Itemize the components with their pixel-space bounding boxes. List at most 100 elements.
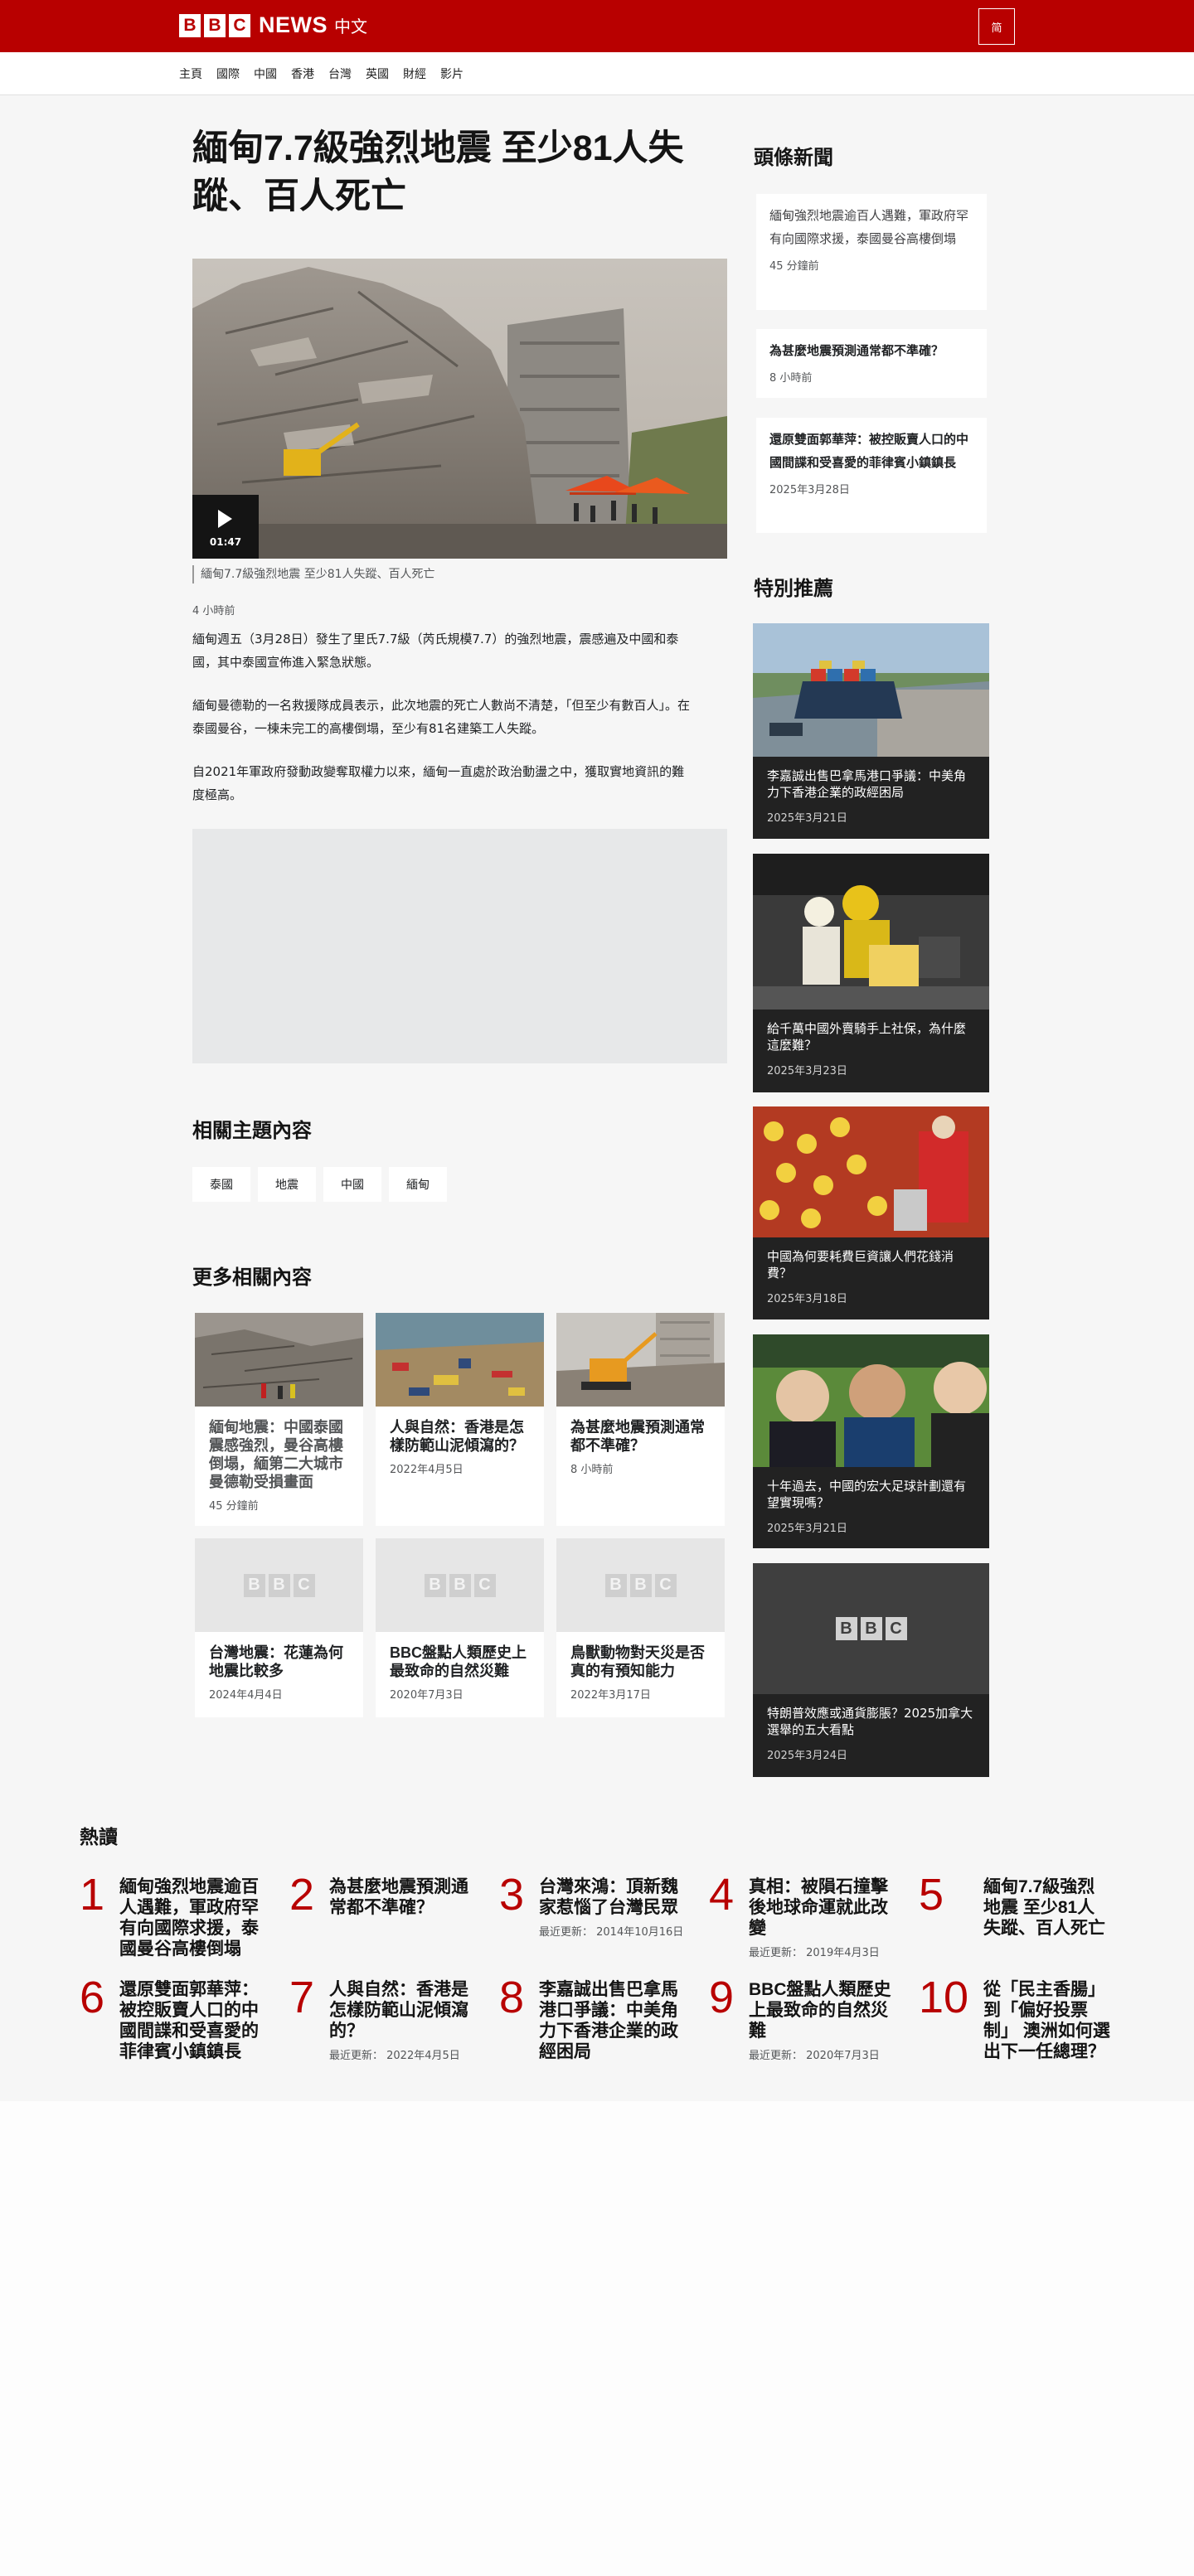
card-title: BBC盤點人類歷史上最致命的自然災難 bbox=[390, 1644, 527, 1679]
most-read-item[interactable]: 6 還原雙面郭華萍：被控販賣人口的中國間諜和受喜愛的菲律賓小鎮鎮長 bbox=[80, 1973, 270, 2064]
more-content-card[interactable]: BBC 台灣地震：花蓮為何地震比較多 2024年4月4日 bbox=[195, 1538, 363, 1717]
feature-date: 2025年3月23日 bbox=[767, 1065, 847, 1077]
feature-date: 2025年3月24日 bbox=[767, 1750, 847, 1762]
most-read-title-text: 人與自然：香港是怎樣防範山泥傾瀉的？ bbox=[329, 1980, 468, 2041]
play-icon bbox=[218, 510, 232, 528]
most-read-updated: 最近更新： 2020年7月3日 bbox=[749, 2050, 880, 2062]
top-story-title: 緬甸強烈地震逾百人遇難，軍政府罕有向國際求援，泰國曼谷高樓倒塌 bbox=[769, 208, 969, 246]
more-content-card[interactable]: 緬甸地震：中國泰國震感強烈，曼谷高樓倒塌，緬第二大城市曼德勒受損畫面 45 分鐘… bbox=[195, 1313, 363, 1526]
top-story-date: 2025年3月28日 bbox=[769, 484, 850, 496]
article-paragraph: 緬甸曼德勒的一名救援隊成員表示，此次地震的死亡人數尚不清楚，「但至少有數百人」。… bbox=[192, 698, 691, 736]
article-timestamp: 4 小時前 bbox=[192, 605, 235, 617]
feature-title: 十年過去，中國的宏大足球計劃還有望實現嗎？ bbox=[767, 1479, 967, 1510]
logo-edition: 中文 bbox=[334, 17, 367, 36]
card-title: 為甚麼地震預測通常都不準確？ bbox=[570, 1419, 705, 1454]
advertisement-slot bbox=[192, 829, 727, 1063]
rank-number: 8 bbox=[499, 1973, 525, 2022]
most-read-updated: 最近更新： 2022年4月5日 bbox=[329, 2050, 460, 2062]
most-read-item[interactable]: 5 緬甸7.7級強烈地震 至少81人失蹤、百人死亡 bbox=[919, 1870, 1109, 1961]
logo-letter: C bbox=[229, 13, 250, 37]
nav-item-uk[interactable]: 英國 bbox=[366, 65, 389, 82]
most-read-title-text: 真相：被隕石撞擊後地球命運就此改變 bbox=[749, 1877, 888, 1938]
more-content-card[interactable]: BBC 鳥獸動物對天災是否真的有預知能力 2022年3月17日 bbox=[556, 1538, 725, 1717]
most-read-item[interactable]: 9 BBC盤點人類歷史上最致命的自然災難 最近更新： 2020年7月3日 bbox=[709, 1973, 900, 2064]
most-read-title-text: 從「民主香腸」到「偏好投票制」 澳洲如何選出下一任總理？ bbox=[983, 1980, 1110, 2061]
features-title: 特別推薦 bbox=[754, 578, 833, 600]
video-play-button[interactable]: 01:47 bbox=[192, 495, 259, 559]
most-read-updated: 最近更新： 2019年4月3日 bbox=[749, 1947, 880, 1959]
card-date: 2022年3月17日 bbox=[570, 1689, 651, 1702]
more-content-card[interactable]: 為甚麼地震預測通常都不準確？ 8 小時前 bbox=[556, 1313, 725, 1526]
topic-tag-china[interactable]: 中國 bbox=[323, 1167, 381, 1202]
feature-date: 2025年3月21日 bbox=[767, 1523, 847, 1535]
most-read-item[interactable]: 2 為甚麼地震預測通常都不準確？ bbox=[289, 1870, 480, 1961]
top-story-item[interactable]: 緬甸強烈地震逾百人遇難，軍政府罕有向國際求援，泰國曼谷高樓倒塌 45 分鐘前 bbox=[756, 194, 987, 310]
top-story-title: 還原雙面郭華萍：被控販賣人口的中國間諜和受喜愛的菲律賓小鎮鎮長 bbox=[769, 432, 969, 470]
nav-item-home[interactable]: 主頁 bbox=[179, 65, 202, 82]
card-date: 2022年4月5日 bbox=[390, 1464, 464, 1476]
top-stories-title: 頭條新聞 bbox=[754, 147, 833, 169]
top-header: B B C NEWS 中文 简 bbox=[0, 0, 1194, 52]
most-read-item[interactable]: 7 人與自然：香港是怎樣防範山泥傾瀉的？ 最近更新： 2022年4月5日 bbox=[289, 1973, 480, 2064]
card-image bbox=[195, 1313, 363, 1407]
bbc-news-logo[interactable]: B B C NEWS 中文 bbox=[179, 12, 367, 38]
topic-tag-thailand[interactable]: 泰國 bbox=[192, 1167, 250, 1202]
feature-card[interactable]: 給千萬中國外賣騎手上社保，為什麼這麼難？ 2025年3月23日 bbox=[753, 854, 989, 1092]
main-navigation: 主頁 國際 中國 香港 台灣 英國 財經 影片 bbox=[0, 52, 1194, 95]
related-topics-title: 相關主題內容 bbox=[192, 1120, 312, 1142]
most-read-item[interactable]: 10 從「民主香腸」到「偏好投票制」 澳洲如何選出下一任總理？ bbox=[919, 1973, 1110, 2064]
feature-card[interactable]: 十年過去，中國的宏大足球計劃還有望實現嗎？ 2025年3月21日 bbox=[753, 1334, 989, 1548]
most-read-item[interactable]: 3 台灣來鴻：頂新魏家惹惱了台灣民眾 最近更新： 2014年10月16日 bbox=[499, 1870, 690, 1961]
simplified-chinese-toggle-button[interactable]: 简 bbox=[978, 8, 1015, 45]
top-story-title: 為甚麼地震預測通常都不準確？ bbox=[769, 343, 944, 358]
feature-date: 2025年3月18日 bbox=[767, 1293, 847, 1305]
rank-number: 6 bbox=[80, 1973, 105, 2022]
feature-title: 李嘉誠出售巴拿馬港口爭議：中美角力下香港企業的政經困局 bbox=[767, 768, 967, 800]
most-read-title-text: 為甚麼地震預測通常都不準確？ bbox=[329, 1877, 468, 1917]
nav-item-world[interactable]: 國際 bbox=[216, 65, 240, 82]
nav-item-taiwan[interactable]: 台灣 bbox=[328, 65, 352, 82]
logo-news: NEWS bbox=[259, 12, 328, 37]
card-image bbox=[556, 1313, 725, 1407]
article-paragraph: 自2021年軍政府發動政變奪取權力以來，緬甸一直處於政治動盪之中，獲取實地資訊的… bbox=[192, 764, 685, 802]
nav-item-china[interactable]: 中國 bbox=[254, 65, 277, 82]
nav-item-business[interactable]: 財經 bbox=[403, 65, 426, 82]
more-content-card[interactable]: 人與自然：香港是怎樣防範山泥傾瀉的？ 2022年4月5日 bbox=[376, 1313, 544, 1526]
more-content-card[interactable]: BBC BBC盤點人類歷史上最致命的自然災難 2020年7月3日 bbox=[376, 1538, 544, 1717]
most-read-item[interactable]: 4 真相：被隕石撞擊後地球命運就此改變 最近更新： 2019年4月3日 bbox=[709, 1870, 900, 1961]
card-date: 2020年7月3日 bbox=[390, 1689, 464, 1702]
most-read-item[interactable]: 1 緬甸強烈地震逾百人遇難，軍政府罕有向國際求援，泰國曼谷高樓倒塌 bbox=[80, 1870, 270, 1961]
feature-card[interactable]: 中國為何要耗費巨資讓人們花錢消費？ 2025年3月18日 bbox=[753, 1106, 989, 1319]
card-title: 鳥獸動物對天災是否真的有預知能力 bbox=[570, 1644, 705, 1679]
bbc-placeholder-image: BBC bbox=[556, 1538, 725, 1632]
bbc-placeholder-image: BBC bbox=[376, 1538, 544, 1632]
card-title: 台灣地震：花蓮為何地震比較多 bbox=[209, 1644, 343, 1679]
feature-card[interactable]: 李嘉誠出售巴拿馬港口爭議：中美角力下香港企業的政經困局 2025年3月21日 bbox=[753, 623, 989, 839]
most-read-item[interactable]: 8 李嘉誠出售巴拿馬港口爭議：中美角力下香港企業的政經困局 bbox=[499, 1973, 690, 2064]
most-read-title: 熱讀 bbox=[80, 1826, 118, 1847]
rank-number: 9 bbox=[709, 1973, 735, 2022]
video-thumbnail[interactable] bbox=[192, 259, 727, 559]
feature-title: 中國為何要耗費巨資讓人們花錢消費？ bbox=[767, 1249, 954, 1281]
card-image bbox=[753, 1334, 989, 1467]
nav-item-video[interactable]: 影片 bbox=[440, 65, 464, 82]
card-title: 緬甸地震：中國泰國震感強烈，曼谷高樓倒塌，緬第二大城市曼德勒受損畫面 bbox=[209, 1419, 343, 1490]
article-paragraph: 緬甸週五（3月28日）發生了里氏7.7級（芮氏規模7.7）的強烈地震，震感遍及中… bbox=[192, 632, 679, 670]
top-story-item[interactable]: 還原雙面郭華萍：被控販賣人口的中國間諜和受喜愛的菲律賓小鎮鎮長 2025年3月2… bbox=[756, 418, 987, 533]
topic-tag-myanmar[interactable]: 緬甸 bbox=[389, 1167, 447, 1202]
card-date: 2024年4月4日 bbox=[209, 1689, 283, 1702]
rank-number: 10 bbox=[919, 1973, 969, 2022]
card-image bbox=[753, 623, 989, 757]
topic-tag-earthquake[interactable]: 地震 bbox=[258, 1167, 316, 1202]
video-caption: 緬甸7.7級強烈地震 至少81人失蹤、百人死亡 bbox=[192, 565, 435, 583]
nav-item-hongkong[interactable]: 香港 bbox=[291, 65, 314, 82]
most-read-title-text: BBC盤點人類歷史上最致命的自然災難 bbox=[749, 1980, 891, 2041]
feature-card[interactable]: BBC 特朗普效應或通貨膨脹？2025加拿大選舉的五大看點 2025年3月24日 bbox=[753, 1563, 989, 1777]
most-read-updated: 最近更新： 2014年10月16日 bbox=[539, 1926, 684, 1939]
feature-date: 2025年3月21日 bbox=[767, 812, 847, 825]
card-date: 8 小時前 bbox=[570, 1464, 614, 1476]
top-story-item[interactable]: 為甚麼地震預測通常都不準確？ 8 小時前 bbox=[756, 329, 987, 398]
top-story-date: 45 分鐘前 bbox=[769, 260, 819, 273]
earthquake-rubble-image bbox=[192, 259, 727, 559]
more-content-title: 更多相關內容 bbox=[192, 1266, 312, 1289]
